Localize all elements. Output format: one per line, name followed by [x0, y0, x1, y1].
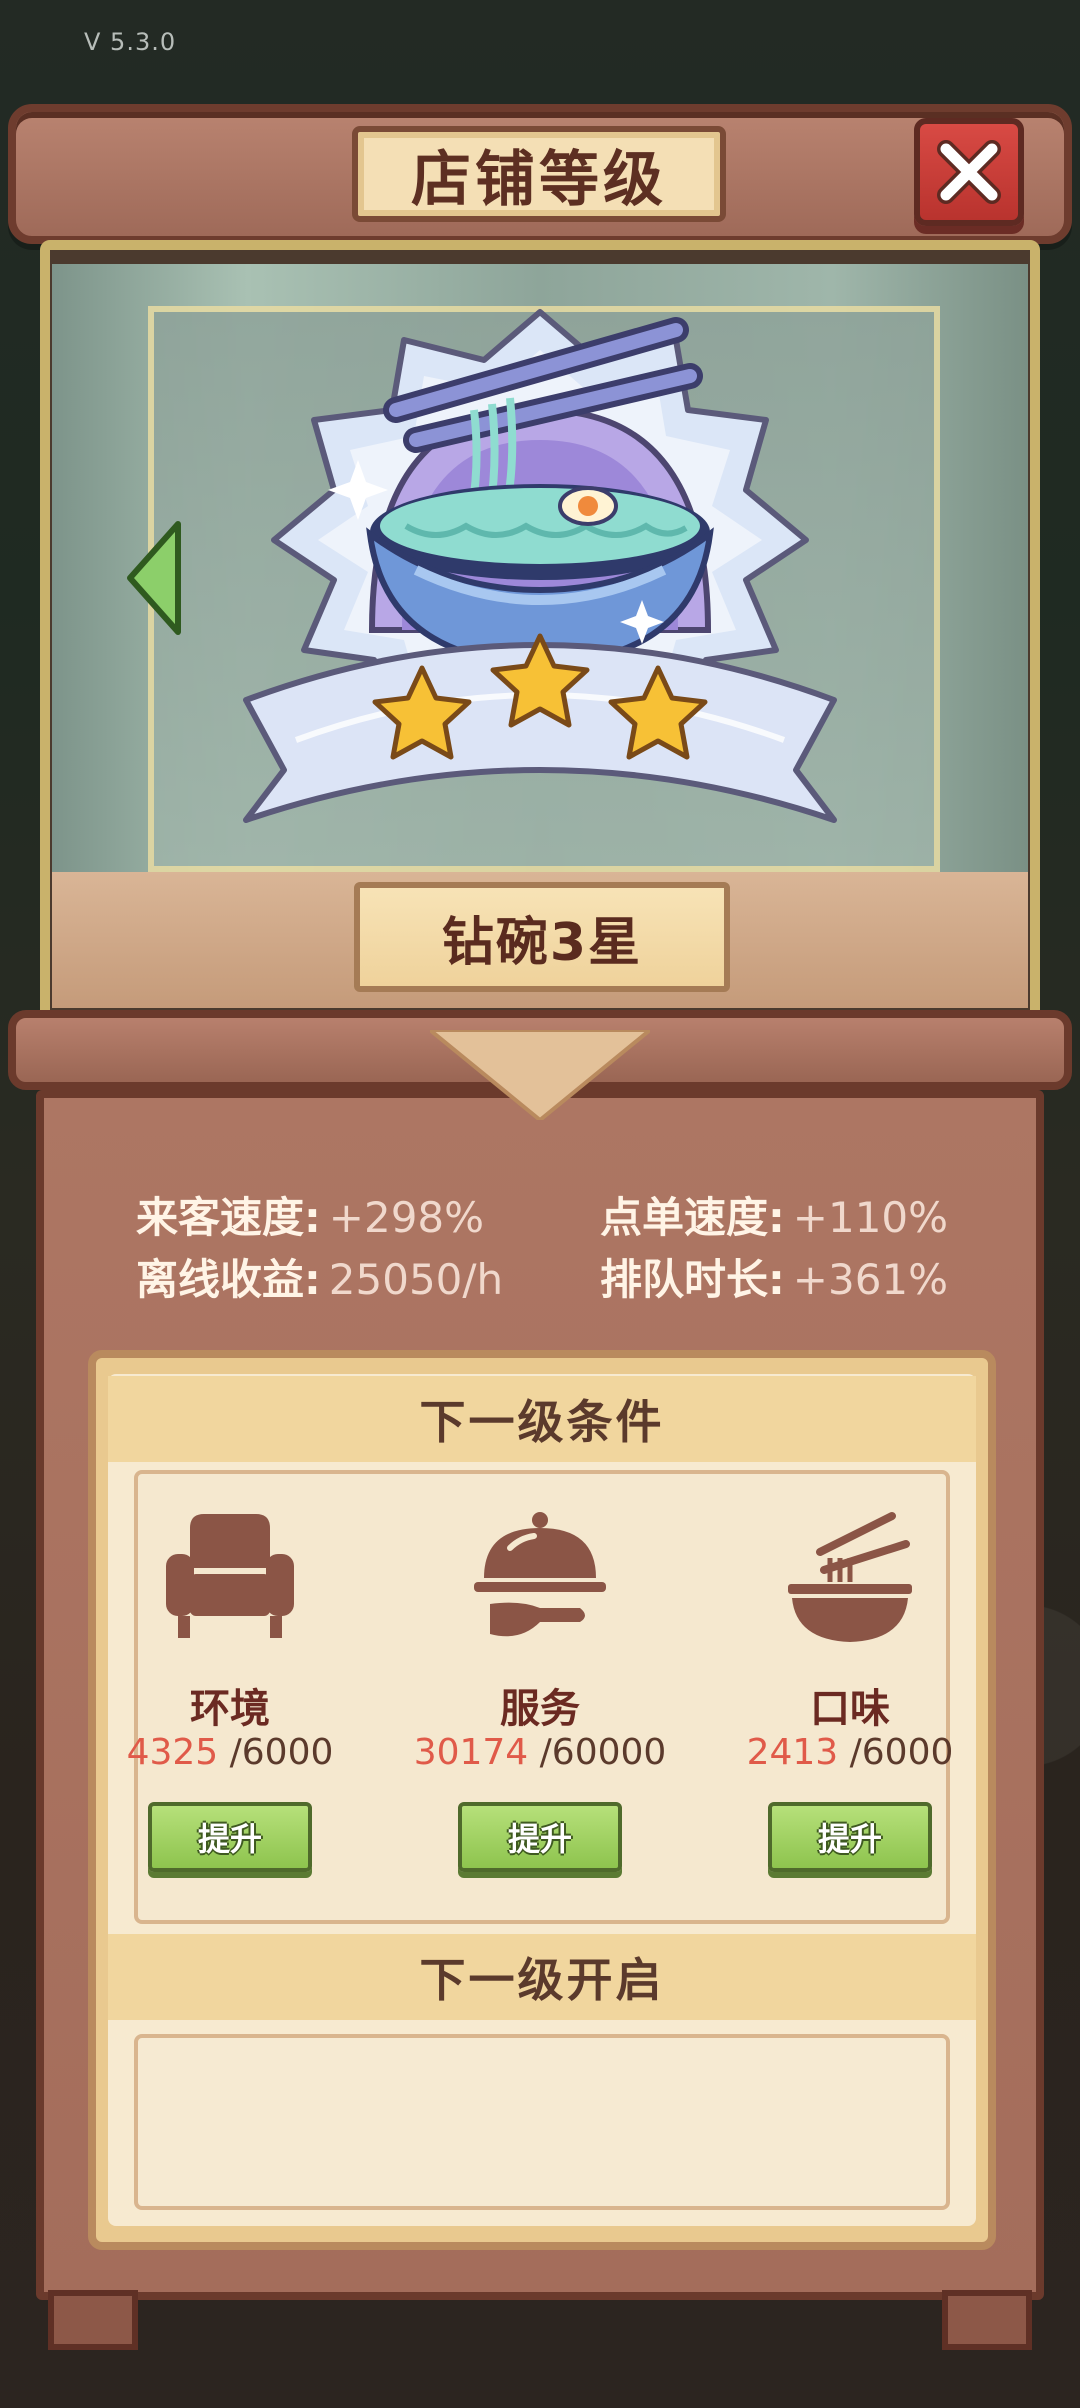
- condition-progress: 2413 /6000: [710, 1732, 990, 1773]
- section-title: 下一级条件: [419, 1395, 665, 1449]
- stat-label: 排队时长:: [600, 1255, 785, 1304]
- stat-value: +361%: [792, 1255, 949, 1304]
- stat-value: +110%: [792, 1193, 949, 1242]
- serving-cloche-icon: [474, 1512, 606, 1637]
- next-level-conditions-header: 下一级条件: [108, 1376, 976, 1462]
- condition-target: /6000: [838, 1732, 954, 1773]
- stat-offline-income: 离线收益: 25050/h: [136, 1246, 503, 1307]
- stat-order-speed: 点单速度: +110%: [600, 1184, 948, 1245]
- noodle-bowl-icon: [788, 1512, 912, 1642]
- stat-label: 离线收益:: [136, 1255, 321, 1304]
- next-level-unlock-box: [134, 2034, 950, 2210]
- condition-taste: 口味 2413 /6000 提升: [710, 1498, 990, 1898]
- stat-queue-time: 排队时长: +361%: [600, 1246, 948, 1307]
- rank-badge-diamond-bowl: [243, 309, 837, 823]
- upgrade-taste-button[interactable]: 提升: [768, 1802, 932, 1872]
- page-title: 店铺等级: [411, 144, 667, 215]
- counter-foot: [942, 2290, 1032, 2350]
- condition-current: 30174: [413, 1732, 529, 1773]
- version-label: V 5.3.0: [84, 28, 177, 56]
- condition-name: 口味: [810, 1686, 890, 1732]
- stat-value: +298%: [328, 1193, 485, 1242]
- condition-current: 2413: [746, 1732, 839, 1773]
- section-title: 下一级开启: [419, 1953, 665, 2007]
- close-button[interactable]: [914, 118, 1024, 226]
- upgrade-service-button[interactable]: 提升: [458, 1802, 622, 1872]
- stat-label: 来客速度:: [136, 1193, 321, 1242]
- close-icon: [937, 140, 1001, 204]
- condition-environment: 环境 4325 /6000 提升: [90, 1498, 370, 1898]
- previous-level-arrow-icon[interactable]: [120, 518, 190, 638]
- level-name-plaque: 钻碗3星: [354, 882, 730, 992]
- title-plaque: 店铺等级: [352, 126, 726, 222]
- stat-customer-speed: 来客速度: +298%: [136, 1184, 484, 1245]
- level-name: 钻碗3星: [441, 912, 643, 973]
- counter-foot: [48, 2290, 138, 2350]
- condition-name: 环境: [190, 1686, 270, 1732]
- condition-current: 4325: [126, 1732, 219, 1773]
- condition-progress: 30174 /60000: [400, 1732, 680, 1773]
- stat-label: 点单速度:: [600, 1193, 785, 1242]
- armchair-icon: [166, 1514, 294, 1638]
- condition-service: 服务 30174 /60000 提升: [400, 1498, 680, 1898]
- condition-name: 服务: [500, 1686, 580, 1732]
- upgrade-environment-button[interactable]: 提升: [148, 1802, 312, 1872]
- condition-target: /60000: [528, 1732, 667, 1773]
- condition-progress: 4325 /6000: [90, 1732, 370, 1773]
- next-level-unlock-header: 下一级开启: [108, 1934, 976, 2020]
- stat-value: 25050/h: [328, 1255, 504, 1304]
- condition-target: /6000: [218, 1732, 334, 1773]
- cloth-drape: [430, 1030, 650, 1120]
